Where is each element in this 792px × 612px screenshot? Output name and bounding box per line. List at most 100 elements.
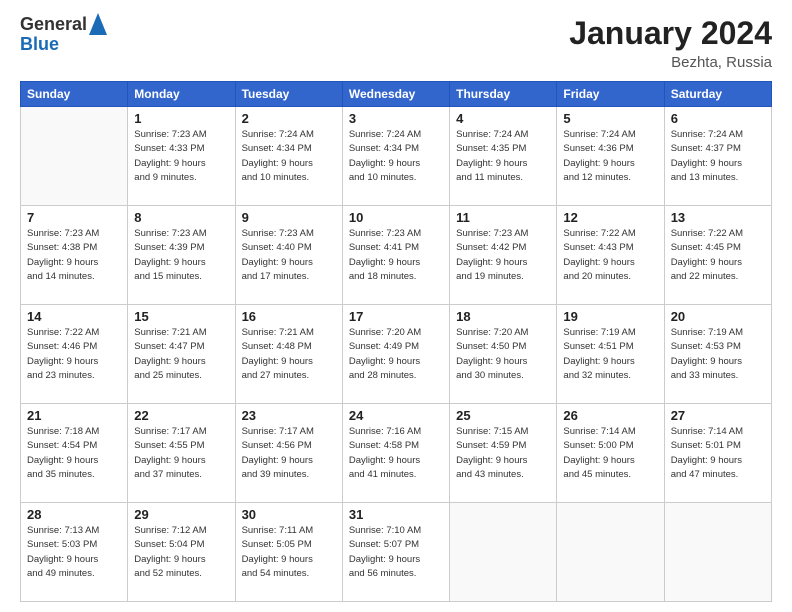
calendar-cell: 21 Sunrise: 7:18 AMSunset: 4:54 PMDayligh…: [21, 404, 128, 503]
logo: General Blue: [20, 15, 107, 55]
calendar-cell: 14Sunrise: 7:22 AMSunset: 4:46 PMDayligh…: [21, 305, 128, 404]
day-number: 11: [456, 210, 550, 225]
calendar-cell: 2 Sunrise: 7:24 AMSunset: 4:34 PMDaylight…: [235, 107, 342, 206]
day-number: 22: [134, 408, 228, 423]
day-number: 3: [349, 111, 443, 126]
day-number: 28: [27, 507, 121, 522]
day-number: 29: [134, 507, 228, 522]
day-number: 19: [563, 309, 657, 324]
day-info: Sunrise: 7:10 AMSunset: 5:07 PMDaylight:…: [349, 524, 443, 581]
day-number: 27: [671, 408, 765, 423]
calendar-body: 1 Sunrise: 7:23 AMSunset: 4:33 PMDaylight…: [21, 107, 772, 602]
day-number: 26: [563, 408, 657, 423]
col-friday: Friday: [557, 82, 664, 107]
day-info: Sunrise: 7:24 AMSunset: 4:36 PMDaylight:…: [563, 128, 657, 185]
day-number: 21: [27, 408, 121, 423]
col-sunday: Sunday: [21, 82, 128, 107]
day-info: Sunrise: 7:12 AMSunset: 5:04 PMDaylight:…: [134, 524, 228, 581]
day-number: 20: [671, 309, 765, 324]
day-number: 31: [349, 507, 443, 522]
calendar-cell: 3 Sunrise: 7:24 AMSunset: 4:34 PMDaylight…: [342, 107, 449, 206]
day-info: Sunrise: 7:22 AMSunset: 4:45 PMDaylight:…: [671, 227, 765, 284]
day-number: 18: [456, 309, 550, 324]
day-info: Sunrise: 7:24 AMSunset: 4:37 PMDaylight:…: [671, 128, 765, 185]
calendar-cell: 25 Sunrise: 7:15 AMSunset: 4:59 PMDayligh…: [450, 404, 557, 503]
calendar-cell: 27 Sunrise: 7:14 AMSunset: 5:01 PMDayligh…: [664, 404, 771, 503]
calendar-cell: 30 Sunrise: 7:11 AMSunset: 5:05 PMDayligh…: [235, 503, 342, 602]
header: General Blue January 2024 Bezhta, Russia: [20, 15, 772, 71]
day-number: 30: [242, 507, 336, 522]
calendar-cell: [21, 107, 128, 206]
day-number: 25: [456, 408, 550, 423]
calendar-cell: 4Sunrise: 7:24 AMSunset: 4:35 PMDaylight…: [450, 107, 557, 206]
day-number: 10: [349, 210, 443, 225]
day-info: Sunrise: 7:24 AMSunset: 4:34 PMDaylight:…: [349, 128, 443, 185]
weekday-row: Sunday Monday Tuesday Wednesday Thursday…: [21, 82, 772, 107]
day-info: Sunrise: 7:22 AMSunset: 4:43 PMDaylight:…: [563, 227, 657, 284]
day-info: Sunrise: 7:23 AMSunset: 4:41 PMDaylight:…: [349, 227, 443, 284]
day-info: Sunrise: 7:24 AMSunset: 4:34 PMDaylight:…: [242, 128, 336, 185]
calendar-cell: 12 Sunrise: 7:22 AMSunset: 4:43 PMDayligh…: [557, 206, 664, 305]
calendar-cell: [557, 503, 664, 602]
col-saturday: Saturday: [664, 82, 771, 107]
day-info: Sunrise: 7:18 AMSunset: 4:54 PMDaylight:…: [27, 425, 121, 482]
day-info: Sunrise: 7:11 AMSunset: 5:05 PMDaylight:…: [242, 524, 336, 581]
day-info: Sunrise: 7:20 AMSunset: 4:49 PMDaylight:…: [349, 326, 443, 383]
calendar-cell: 29 Sunrise: 7:12 AMSunset: 5:04 PMDayligh…: [128, 503, 235, 602]
day-info: Sunrise: 7:23 AMSunset: 4:42 PMDaylight:…: [456, 227, 550, 284]
title-area: January 2024 Bezhta, Russia: [569, 15, 772, 71]
calendar-cell: 22 Sunrise: 7:17 AMSunset: 4:55 PMDayligh…: [128, 404, 235, 503]
calendar-table: Sunday Monday Tuesday Wednesday Thursday…: [20, 81, 772, 602]
day-number: 23: [242, 408, 336, 423]
calendar-week-2: 14Sunrise: 7:22 AMSunset: 4:46 PMDayligh…: [21, 305, 772, 404]
calendar-cell: 9 Sunrise: 7:23 AMSunset: 4:40 PMDaylight…: [235, 206, 342, 305]
calendar-cell: 31 Sunrise: 7:10 AMSunset: 5:07 PMDayligh…: [342, 503, 449, 602]
day-number: 4: [456, 111, 550, 126]
calendar-cell: 20 Sunrise: 7:19 AMSunset: 4:53 PMDayligh…: [664, 305, 771, 404]
day-number: 1: [134, 111, 228, 126]
calendar-cell: 15Sunrise: 7:21 AMSunset: 4:47 PMDayligh…: [128, 305, 235, 404]
day-number: 9: [242, 210, 336, 225]
day-number: 6: [671, 111, 765, 126]
day-info: Sunrise: 7:17 AMSunset: 4:55 PMDaylight:…: [134, 425, 228, 482]
calendar-cell: 26Sunrise: 7:14 AMSunset: 5:00 PMDayligh…: [557, 404, 664, 503]
day-number: 12: [563, 210, 657, 225]
col-monday: Monday: [128, 82, 235, 107]
calendar-cell: 16Sunrise: 7:21 AMSunset: 4:48 PMDayligh…: [235, 305, 342, 404]
col-wednesday: Wednesday: [342, 82, 449, 107]
logo-general: General: [20, 15, 87, 35]
day-info: Sunrise: 7:15 AMSunset: 4:59 PMDaylight:…: [456, 425, 550, 482]
calendar-week-0: 1 Sunrise: 7:23 AMSunset: 4:33 PMDaylight…: [21, 107, 772, 206]
calendar-cell: 5Sunrise: 7:24 AMSunset: 4:36 PMDaylight…: [557, 107, 664, 206]
calendar-cell: 23 Sunrise: 7:17 AMSunset: 4:56 PMDayligh…: [235, 404, 342, 503]
day-info: Sunrise: 7:23 AMSunset: 4:33 PMDaylight:…: [134, 128, 228, 185]
day-info: Sunrise: 7:17 AMSunset: 4:56 PMDaylight:…: [242, 425, 336, 482]
day-number: 2: [242, 111, 336, 126]
day-number: 17: [349, 309, 443, 324]
day-info: Sunrise: 7:23 AMSunset: 4:39 PMDaylight:…: [134, 227, 228, 284]
location: Bezhta, Russia: [569, 54, 772, 71]
day-number: 8: [134, 210, 228, 225]
day-info: Sunrise: 7:20 AMSunset: 4:50 PMDaylight:…: [456, 326, 550, 383]
day-info: Sunrise: 7:13 AMSunset: 5:03 PMDaylight:…: [27, 524, 121, 581]
calendar-cell: 17 Sunrise: 7:20 AMSunset: 4:49 PMDayligh…: [342, 305, 449, 404]
calendar-cell: 8 Sunrise: 7:23 AMSunset: 4:39 PMDaylight…: [128, 206, 235, 305]
calendar-cell: 6 Sunrise: 7:24 AMSunset: 4:37 PMDaylight…: [664, 107, 771, 206]
day-number: 15: [134, 309, 228, 324]
day-info: Sunrise: 7:23 AMSunset: 4:40 PMDaylight:…: [242, 227, 336, 284]
calendar-cell: 1 Sunrise: 7:23 AMSunset: 4:33 PMDaylight…: [128, 107, 235, 206]
day-info: Sunrise: 7:14 AMSunset: 5:01 PMDaylight:…: [671, 425, 765, 482]
day-info: Sunrise: 7:16 AMSunset: 4:58 PMDaylight:…: [349, 425, 443, 482]
day-info: Sunrise: 7:19 AMSunset: 4:53 PMDaylight:…: [671, 326, 765, 383]
col-thursday: Thursday: [450, 82, 557, 107]
day-number: 16: [242, 309, 336, 324]
day-number: 13: [671, 210, 765, 225]
calendar-week-4: 28 Sunrise: 7:13 AMSunset: 5:03 PMDayligh…: [21, 503, 772, 602]
calendar-cell: 11 Sunrise: 7:23 AMSunset: 4:42 PMDayligh…: [450, 206, 557, 305]
calendar-cell: 24Sunrise: 7:16 AMSunset: 4:58 PMDayligh…: [342, 404, 449, 503]
col-tuesday: Tuesday: [235, 82, 342, 107]
calendar-week-1: 7Sunrise: 7:23 AMSunset: 4:38 PMDaylight…: [21, 206, 772, 305]
calendar-header: Sunday Monday Tuesday Wednesday Thursday…: [21, 82, 772, 107]
day-number: 7: [27, 210, 121, 225]
page: General Blue January 2024 Bezhta, Russia…: [0, 0, 792, 612]
